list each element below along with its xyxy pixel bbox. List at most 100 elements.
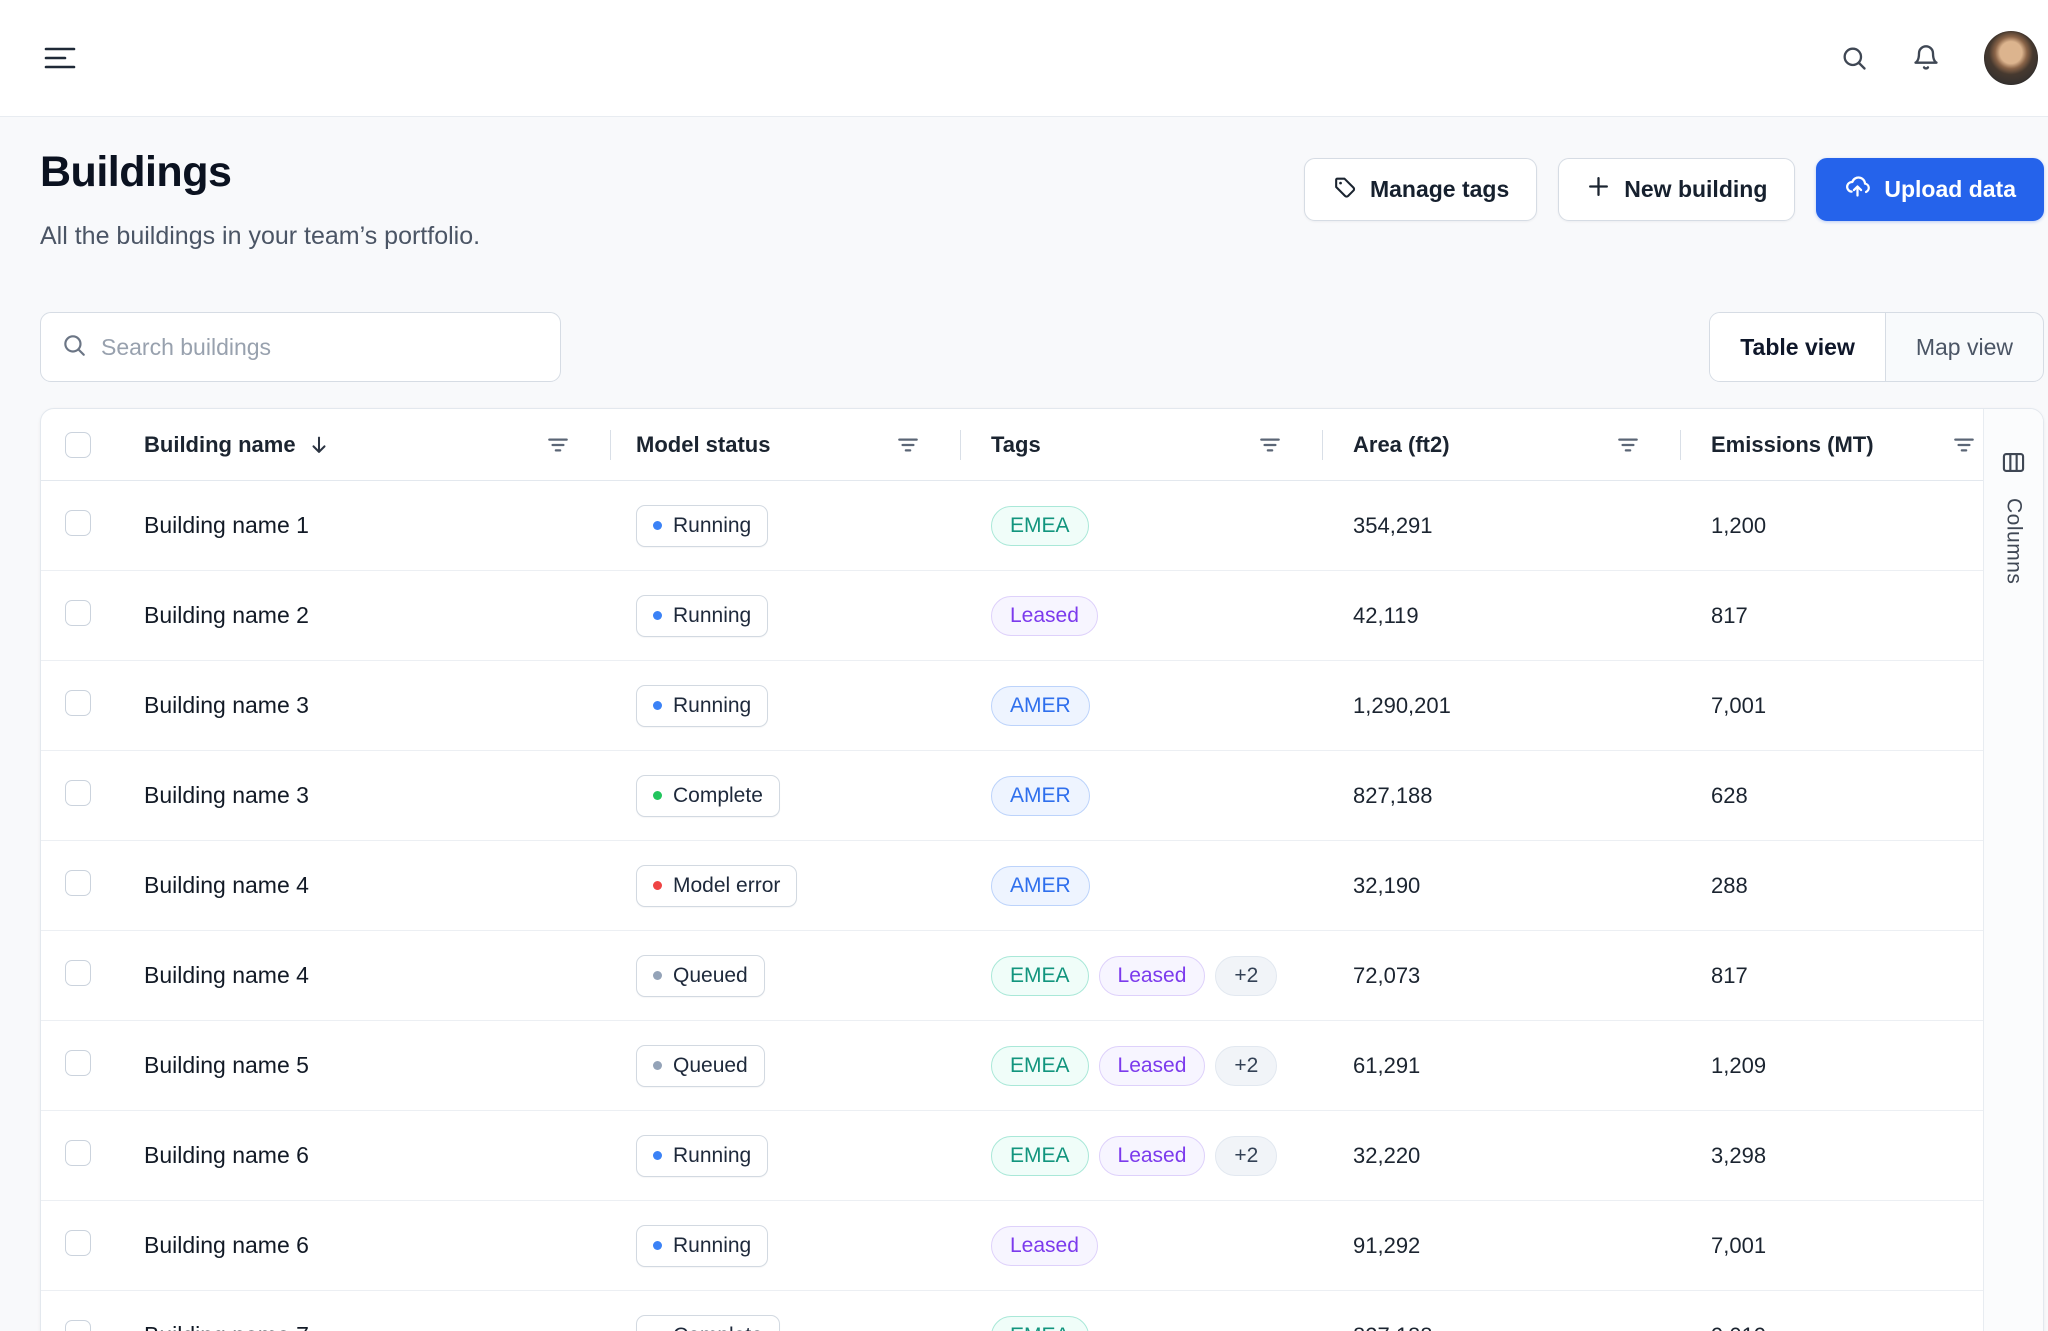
table-row[interactable]: Building name 4 Model error AMER 32,190 … bbox=[41, 841, 1983, 931]
table-row[interactable]: Building name 6 Running EMEALeased+2 32,… bbox=[41, 1111, 1983, 1201]
status-label: Queued bbox=[673, 1054, 748, 1078]
row-checkbox-cell bbox=[41, 690, 144, 721]
table-view-tab[interactable]: Table view bbox=[1710, 313, 1886, 381]
row-checkbox[interactable] bbox=[65, 780, 91, 806]
tags-cell: EMEALeased+2 bbox=[961, 956, 1323, 996]
columns-panel-toggle[interactable]: Columns bbox=[1983, 409, 2043, 1331]
status-pill: Running bbox=[636, 595, 768, 637]
table-row[interactable]: Building name 4 Queued EMEALeased+2 72,0… bbox=[41, 931, 1983, 1021]
status-pill: Running bbox=[636, 685, 768, 727]
emissions-cell: 9,019 bbox=[1681, 1323, 1983, 1331]
building-name: Building name 2 bbox=[144, 602, 611, 629]
header-area: Area (ft2) bbox=[1323, 409, 1681, 480]
row-checkbox[interactable] bbox=[65, 690, 91, 716]
status-dot bbox=[653, 701, 662, 710]
tag-pill-amer: AMER bbox=[991, 686, 1090, 726]
table-row[interactable]: Building name 7 Complete EMEA 827,188 9,… bbox=[41, 1291, 1983, 1331]
table-row[interactable]: Building name 2 Running Leased 42,119 81… bbox=[41, 571, 1983, 661]
emissions-cell: 628 bbox=[1681, 783, 1983, 809]
area-cell: 42,119 bbox=[1323, 603, 1681, 629]
status-label: Running bbox=[673, 1234, 751, 1258]
sort-desc-icon[interactable] bbox=[308, 434, 330, 456]
bell-icon[interactable] bbox=[1912, 44, 1940, 72]
emissions-cell: 817 bbox=[1681, 603, 1983, 629]
filter-icon[interactable] bbox=[1615, 432, 1641, 458]
row-checkbox[interactable] bbox=[65, 870, 91, 896]
status-cell: Model error bbox=[611, 865, 961, 907]
status-dot bbox=[653, 1241, 662, 1250]
menu-icon[interactable] bbox=[44, 45, 76, 71]
select-all-checkbox[interactable] bbox=[65, 432, 91, 458]
row-checkbox-cell bbox=[41, 1320, 144, 1331]
buildings-page: Buildings All the buildings in your team… bbox=[0, 0, 2048, 1331]
buildings-table: Building name Model status bbox=[41, 409, 1983, 1331]
upload-data-button[interactable]: Upload data bbox=[1816, 158, 2044, 221]
header-emissions: Emissions (MT) bbox=[1681, 409, 1983, 480]
status-dot bbox=[653, 971, 662, 980]
tag-pill-leased: Leased bbox=[991, 596, 1098, 636]
building-name: Building name 1 bbox=[144, 512, 611, 539]
row-checkbox-cell bbox=[41, 780, 144, 811]
header-checkbox-cell bbox=[41, 409, 144, 480]
status-label: Running bbox=[673, 694, 751, 718]
search-input[interactable] bbox=[101, 334, 540, 361]
tag-pill-amer: AMER bbox=[991, 866, 1090, 906]
status-cell: Complete bbox=[611, 775, 961, 817]
status-dot bbox=[653, 1151, 662, 1160]
row-checkbox[interactable] bbox=[65, 600, 91, 626]
row-checkbox[interactable] bbox=[65, 1230, 91, 1256]
tag-pill-leased: Leased bbox=[1099, 1046, 1206, 1086]
status-dot bbox=[653, 521, 662, 530]
row-checkbox-cell bbox=[41, 1050, 144, 1081]
tag-pill-more: +2 bbox=[1215, 1046, 1277, 1086]
view-toggle: Table view Map view bbox=[1709, 312, 2044, 382]
row-checkbox-cell bbox=[41, 510, 144, 541]
filter-icon[interactable] bbox=[895, 432, 921, 458]
status-cell: Queued bbox=[611, 955, 961, 997]
tag-pill-emea: EMEA bbox=[991, 1046, 1089, 1086]
emissions-cell: 288 bbox=[1681, 873, 1983, 899]
status-pill: Model error bbox=[636, 865, 797, 907]
header-building-name: Building name bbox=[144, 409, 611, 480]
status-cell: Queued bbox=[611, 1045, 961, 1087]
map-view-tab[interactable]: Map view bbox=[1886, 313, 2043, 381]
row-checkbox[interactable] bbox=[65, 1140, 91, 1166]
status-label: Complete bbox=[673, 784, 763, 808]
table-row[interactable]: Building name 6 Running Leased 91,292 7,… bbox=[41, 1201, 1983, 1291]
filter-icon[interactable] bbox=[1951, 432, 1977, 458]
status-label: Running bbox=[673, 514, 751, 538]
row-checkbox[interactable] bbox=[65, 1320, 91, 1331]
status-pill: Complete bbox=[636, 775, 780, 817]
tag-pill-more: +2 bbox=[1215, 956, 1277, 996]
upload-data-label: Upload data bbox=[1884, 176, 2016, 203]
table-row[interactable]: Building name 3 Complete AMER 827,188 62… bbox=[41, 751, 1983, 841]
status-label: Queued bbox=[673, 964, 748, 988]
building-name: Building name 3 bbox=[144, 782, 611, 809]
avatar[interactable] bbox=[1984, 31, 2038, 85]
search-input-icon bbox=[61, 332, 87, 363]
emissions-cell: 1,209 bbox=[1681, 1053, 1983, 1079]
row-checkbox[interactable] bbox=[65, 510, 91, 536]
manage-tags-button[interactable]: Manage tags bbox=[1304, 158, 1537, 221]
new-building-button[interactable]: New building bbox=[1558, 158, 1795, 221]
search-icon[interactable] bbox=[1840, 44, 1868, 72]
status-pill: Queued bbox=[636, 955, 765, 997]
table-row[interactable]: Building name 3 Running AMER 1,290,201 7… bbox=[41, 661, 1983, 751]
status-pill: Queued bbox=[636, 1045, 765, 1087]
table-row[interactable]: Building name 5 Queued EMEALeased+2 61,2… bbox=[41, 1021, 1983, 1111]
tags-cell: EMEA bbox=[961, 506, 1323, 546]
filter-icon[interactable] bbox=[545, 432, 571, 458]
top-bar bbox=[0, 0, 2048, 117]
building-name: Building name 7 bbox=[144, 1322, 611, 1331]
row-checkbox[interactable] bbox=[65, 960, 91, 986]
filter-icon[interactable] bbox=[1257, 432, 1283, 458]
topbar-right-group bbox=[1840, 31, 2038, 85]
table-row[interactable]: Building name 1 Running EMEA 354,291 1,2… bbox=[41, 481, 1983, 571]
tag-pill-emea: EMEA bbox=[991, 506, 1089, 546]
tags-cell: Leased bbox=[961, 1226, 1323, 1266]
building-name: Building name 5 bbox=[144, 1052, 611, 1079]
table-body: Building name 1 Running EMEA 354,291 1,2… bbox=[41, 481, 1983, 1331]
row-checkbox-cell bbox=[41, 600, 144, 631]
row-checkbox[interactable] bbox=[65, 1050, 91, 1076]
table-header-row: Building name Model status bbox=[41, 409, 1983, 481]
